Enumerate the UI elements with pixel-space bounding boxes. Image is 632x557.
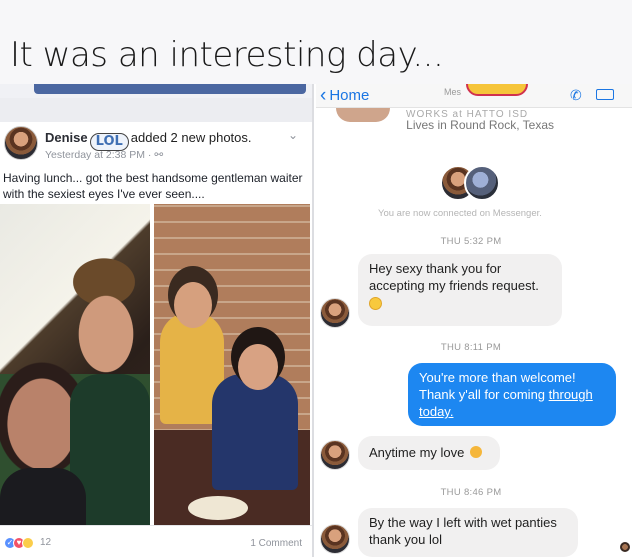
- wink-emoji-icon: [470, 446, 482, 458]
- post-footer: ✓ ♥ 12 1 Comment: [0, 525, 312, 557]
- reactions-summary[interactable]: ✓ ♥ 12: [4, 537, 51, 549]
- message-text: By the way I left with wet panties thank…: [369, 515, 557, 547]
- comment-count[interactable]: 1 Comment: [250, 538, 302, 549]
- message-text: Anytime my love: [369, 445, 465, 460]
- post-timestamp[interactable]: Yesterday at 2:38 PM ·: [45, 149, 151, 161]
- post-header: Denise LOL added 2 new photos. Yesterday a…: [0, 122, 312, 166]
- timestamp: THU 8:11 PM: [440, 342, 502, 353]
- facebook-top-bar: [0, 84, 312, 98]
- post-text: Having lunch... got the best handsome ge…: [3, 171, 303, 201]
- avatar: [464, 165, 500, 201]
- message-text: Hey sexy thank you for accepting my frie…: [369, 261, 539, 293]
- post-meta: Yesterday at 2:38 PM · ⚯: [45, 149, 163, 161]
- video-icon[interactable]: [596, 89, 614, 100]
- photo-detail: [238, 344, 278, 390]
- messenger-conversation: ‹ Home Mes ✆ WORKS at HATTO ISD Lives in …: [316, 84, 632, 557]
- post-action: added 2 new photos.: [130, 130, 252, 145]
- seen-avatar-icon: [620, 542, 630, 552]
- message-bubble[interactable]: Anytime my love: [358, 436, 500, 470]
- photo-detail: [212, 374, 298, 490]
- sender-avatar: [320, 524, 350, 554]
- friends-icon: ⚯: [154, 149, 164, 161]
- post-photos: [0, 204, 312, 525]
- emoji-overlay-icon: [466, 84, 528, 96]
- timestamp: THU 8:46 PM: [440, 487, 502, 498]
- smiley-emoji-icon: [369, 297, 382, 310]
- photo-selfie[interactable]: [0, 204, 150, 525]
- facebook-header-strip: [34, 84, 306, 94]
- photo-detail: [0, 468, 86, 525]
- author-name[interactable]: Denise: [45, 130, 88, 145]
- facebook-post: Denise LOL added 2 new photos. Yesterday a…: [0, 84, 314, 557]
- back-label: Home: [329, 87, 370, 104]
- profile-location: Lives in Round Rock, Texas: [406, 118, 554, 132]
- timestamp: THU 5:32 PM: [440, 236, 502, 247]
- message-bubble-outgoing[interactable]: You're more than welcome! Thank y'all fo…: [408, 363, 616, 426]
- connected-notice: You are now connected on Messenger.: [378, 208, 542, 219]
- photo-detail: [188, 496, 248, 520]
- photo-two-women[interactable]: [154, 204, 310, 525]
- sender-avatar: [320, 440, 350, 470]
- message-bubble[interactable]: By the way I left with wet panties thank…: [358, 508, 578, 557]
- feed-gap: [0, 98, 312, 122]
- sender-avatar: [320, 298, 350, 328]
- haha-reaction-icon: [22, 537, 34, 549]
- chevron-left-icon: ‹: [320, 85, 327, 106]
- meme-caption: It was an interesting day...: [0, 0, 632, 84]
- message-bubble[interactable]: Hey sexy thank you for accepting my frie…: [358, 254, 562, 326]
- messenger-nav-bar: ‹ Home Mes ✆: [316, 84, 632, 108]
- back-button[interactable]: ‹ Home: [320, 85, 369, 107]
- photo-detail: [174, 282, 212, 328]
- chevron-down-icon[interactable]: ⌄: [288, 128, 298, 142]
- phone-icon[interactable]: ✆: [570, 87, 582, 104]
- post-title-line: Denise LOL added 2 new photos.: [45, 130, 252, 151]
- author-avatar[interactable]: [4, 126, 38, 160]
- connected-avatars: [440, 164, 506, 202]
- reaction-count: 12: [40, 537, 52, 548]
- header-subtitle: Mes: [444, 87, 462, 97]
